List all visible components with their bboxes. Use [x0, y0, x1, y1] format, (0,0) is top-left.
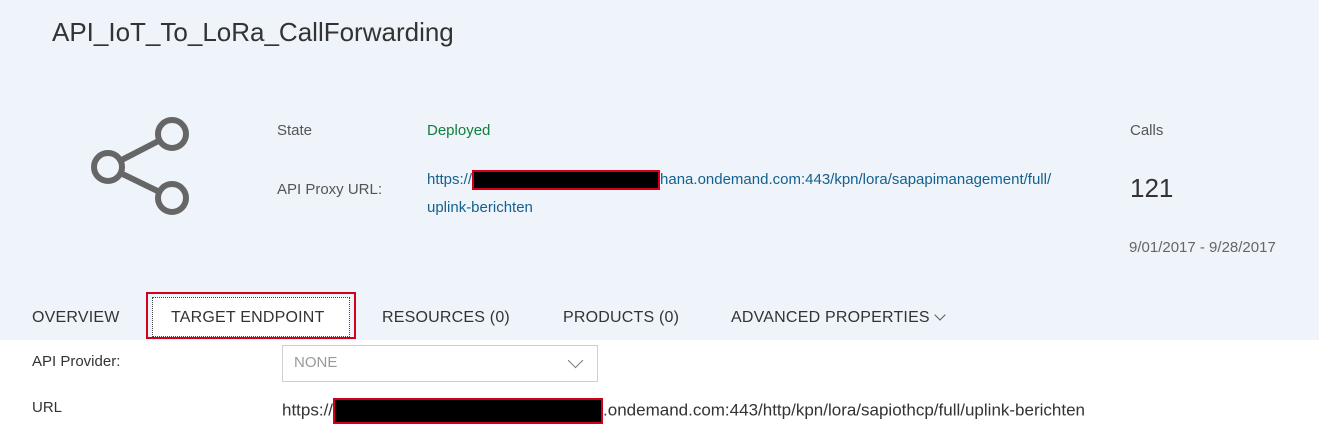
chevron-down-icon: [567, 352, 584, 369]
api-provider-label: API Provider:: [32, 353, 121, 370]
target-url-suffix: .ondemand.com:443/http/kpn/lora/sapiothc…: [603, 400, 1085, 420]
proxy-url-line2[interactable]: uplink-berichten: [427, 199, 533, 216]
redaction-box: [333, 398, 604, 424]
proxy-url-prefix[interactable]: https://: [427, 171, 472, 188]
state-label: State: [277, 122, 313, 139]
proxy-url-line1[interactable]: hana.ondemand.com:443/kpn/lora/sapapiman…: [660, 171, 1051, 188]
date-range: 9/01/2017 - 9/28/2017: [1129, 239, 1276, 256]
calls-count: 121: [1130, 173, 1174, 203]
chevron-down-icon: [934, 309, 946, 321]
target-url: https:// .ondemand.com:443/http/kpn/lora/…: [282, 398, 1085, 424]
tab-bar: OVERVIEW TARGET ENDPOINT RESOURCES (0) P…: [0, 292, 1319, 340]
calls-label: Calls: [1130, 122, 1164, 139]
tab-products[interactable]: PRODUCTS (0): [563, 309, 679, 327]
state-value: Deployed: [427, 122, 491, 139]
api-provider-select[interactable]: NONE: [282, 345, 598, 382]
proxy-url-label: API Proxy URL:: [277, 181, 383, 198]
api-provider-value: NONE: [294, 354, 338, 371]
tab-target-endpoint[interactable]: TARGET ENDPOINT: [171, 309, 325, 327]
share-icon: [91, 117, 189, 215]
proxy-url[interactable]: https:// hana.ondemand.com:443/kpn/lora/s…: [427, 166, 1127, 222]
tab-advanced-properties-label: ADVANCED PROPERTIES: [731, 309, 930, 326]
target-url-prefix: https://: [282, 400, 334, 420]
tab-resources[interactable]: RESOURCES (0): [382, 309, 510, 327]
url-label: URL: [32, 399, 63, 416]
tab-overview[interactable]: OVERVIEW: [32, 309, 120, 327]
page-title: API_IoT_To_LoRa_CallForwarding: [52, 17, 454, 47]
tab-advanced-properties[interactable]: ADVANCED PROPERTIES: [731, 309, 946, 327]
redaction-box: [472, 170, 661, 191]
